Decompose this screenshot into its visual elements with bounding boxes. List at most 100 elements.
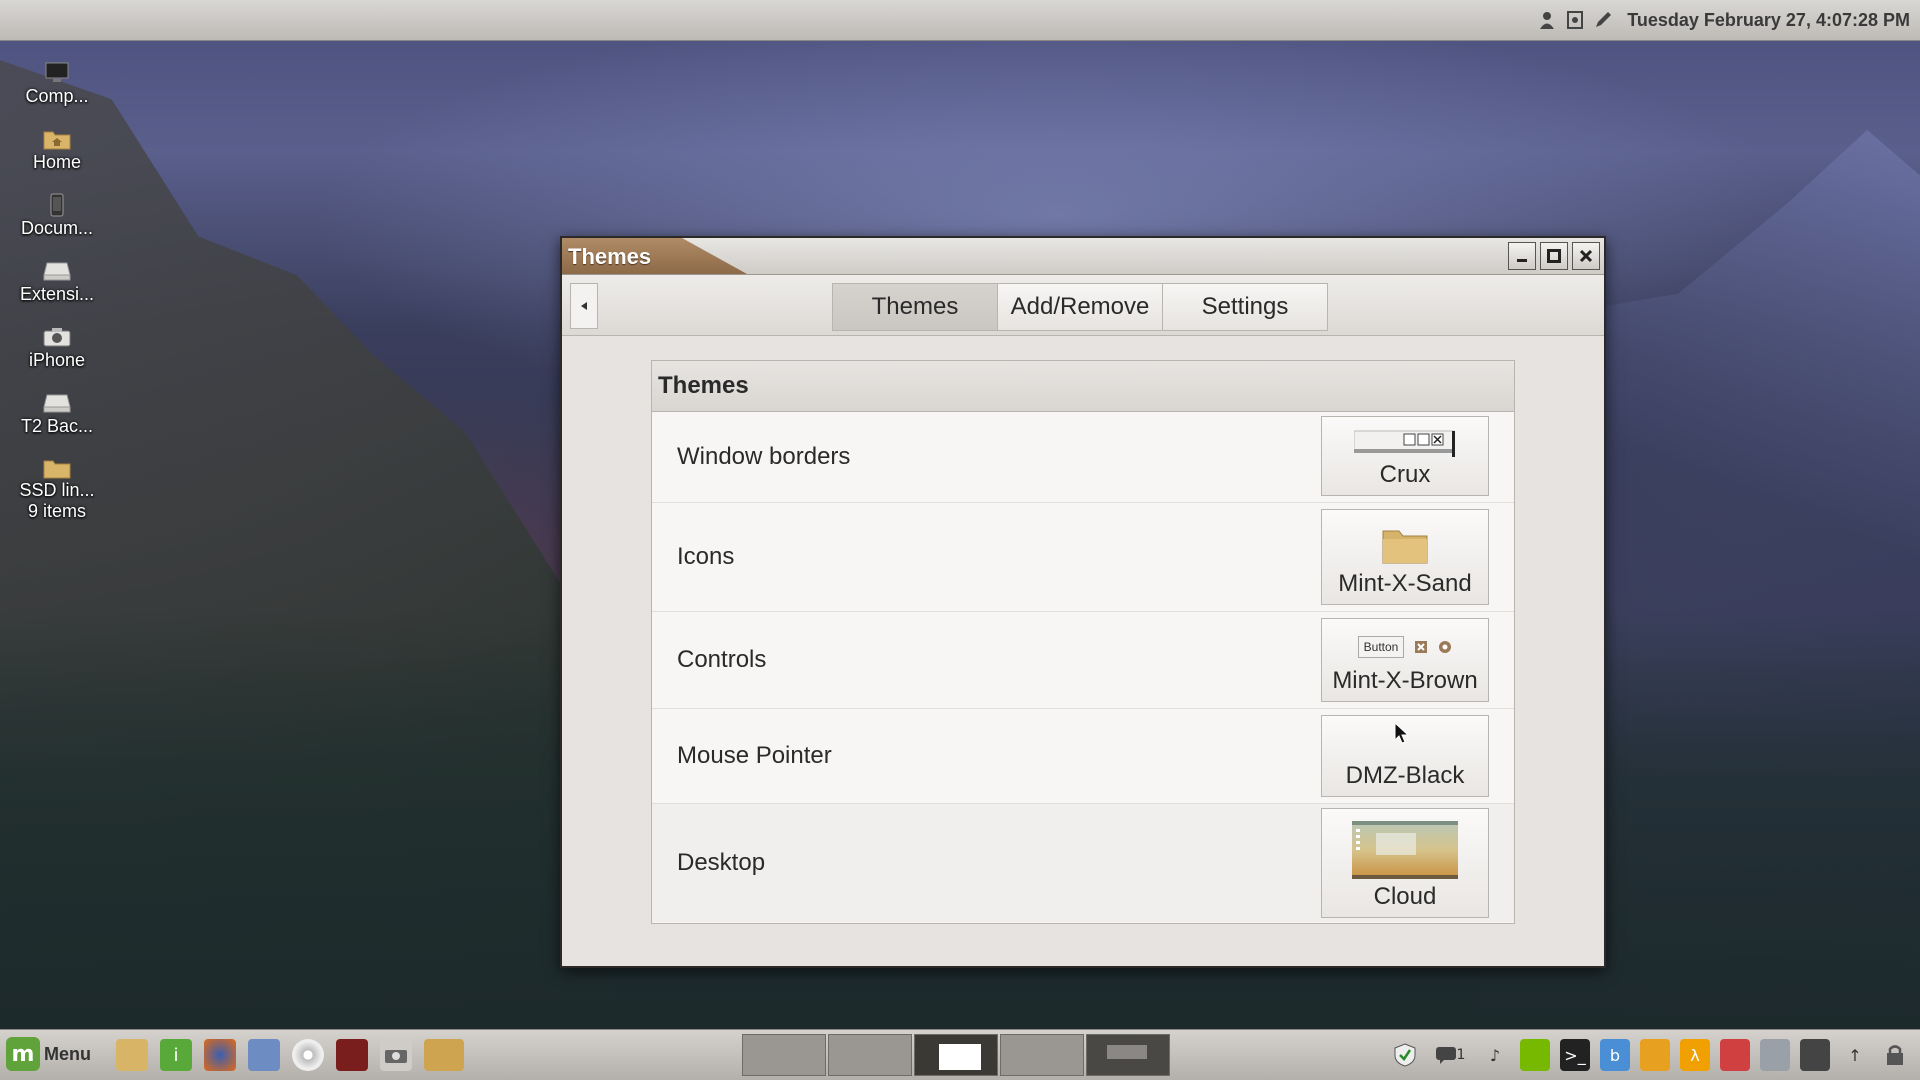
desktop-icon-label: T2 Bac... bbox=[20, 416, 94, 436]
b-icon[interactable]: b bbox=[1600, 1039, 1630, 1071]
desktop-icon-extension[interactable]: Extensi... bbox=[8, 258, 106, 324]
tab-add-remove[interactable]: Add/Remove bbox=[997, 283, 1163, 331]
theme-row-desktop: Desktop Cloud bbox=[652, 804, 1514, 922]
top-panel: Tuesday February 27, 4:07:28 PM bbox=[0, 0, 1920, 41]
phone-device-icon bbox=[43, 192, 71, 218]
desktop-icon-documents[interactable]: Docum... bbox=[8, 192, 106, 258]
close-button[interactable] bbox=[1572, 242, 1600, 270]
info-icon[interactable]: i bbox=[160, 1039, 192, 1071]
controls-theme-button[interactable]: Button Mint-X-Brown bbox=[1321, 618, 1489, 702]
controls-preview: Button bbox=[1357, 627, 1453, 667]
tab-bar: Themes Add/Remove Settings bbox=[832, 283, 1328, 331]
desktop-icon-label: iPhone bbox=[28, 350, 86, 370]
camera-icon[interactable] bbox=[380, 1039, 412, 1071]
files-icon[interactable] bbox=[116, 1039, 148, 1071]
quick-launch: i bbox=[116, 1039, 464, 1071]
disc-icon[interactable] bbox=[292, 1039, 324, 1071]
minimize-button[interactable] bbox=[1508, 242, 1536, 270]
close-icon bbox=[1579, 249, 1593, 263]
menu-button[interactable]: m Menu bbox=[6, 1037, 91, 1071]
folder-icon[interactable] bbox=[424, 1039, 464, 1071]
window-title: Themes bbox=[568, 244, 652, 269]
row-label: Icons bbox=[677, 543, 735, 570]
window-icon[interactable] bbox=[1760, 1039, 1790, 1071]
crux-preview bbox=[1354, 427, 1456, 461]
finder-icon[interactable] bbox=[248, 1039, 280, 1071]
desktop-icon-label: Extensi... bbox=[19, 284, 95, 304]
pen-icon[interactable] bbox=[1593, 10, 1613, 30]
window-toolbar: Themes Add/Remove Settings bbox=[562, 275, 1604, 336]
desktop-icons: Comp... Home Docum... Extensi... iPhone … bbox=[8, 60, 106, 522]
window-borders-theme-button[interactable]: Crux bbox=[1321, 416, 1489, 496]
preview-button-label: Button bbox=[1357, 636, 1405, 658]
window-content: Themes Window borders Crux Icons Mint-X-… bbox=[562, 336, 1604, 966]
desktop-icon-iphone[interactable]: iPhone bbox=[8, 324, 106, 390]
themes-panel: Themes Window borders Crux Icons Mint-X-… bbox=[651, 360, 1515, 924]
firefox-icon[interactable] bbox=[204, 1039, 236, 1071]
home-folder-icon bbox=[43, 126, 71, 152]
theme-name: Cloud bbox=[1373, 883, 1437, 910]
row-label: Desktop bbox=[677, 849, 766, 876]
bottom-taskbar: m Menu i 1 ♪ >_ b λ ↑ bbox=[0, 1029, 1920, 1080]
workspace-2[interactable] bbox=[828, 1034, 912, 1076]
theme-name: DMZ-Black bbox=[1345, 762, 1465, 789]
back-button[interactable] bbox=[570, 283, 598, 329]
theme-row-mouse-pointer: Mouse Pointer DMZ-Black bbox=[652, 709, 1514, 804]
menu-label: Menu bbox=[44, 1043, 91, 1064]
desktop-icon-label: SSD lin... bbox=[19, 480, 95, 500]
computer-icon bbox=[43, 60, 71, 86]
system-tray: 1 ♪ >_ b λ ↑ bbox=[1390, 1039, 1910, 1071]
theme-name: Mint-X-Sand bbox=[1338, 570, 1472, 597]
music-icon[interactable]: ♪ bbox=[1480, 1039, 1510, 1071]
row-label: Controls bbox=[677, 646, 767, 673]
tab-settings[interactable]: Settings bbox=[1162, 283, 1328, 331]
upload-icon[interactable]: ↑ bbox=[1840, 1039, 1870, 1071]
desktop-icon-ssd-link[interactable]: SSD lin... 9 items bbox=[8, 456, 106, 522]
window-controls bbox=[1508, 242, 1600, 270]
desktop-icon-sublabel: 9 items bbox=[27, 501, 87, 521]
workspace-4[interactable] bbox=[1000, 1034, 1084, 1076]
icons-theme-button[interactable]: Mint-X-Sand bbox=[1321, 509, 1489, 605]
screenshot-icon[interactable] bbox=[1565, 10, 1585, 30]
radio-icon bbox=[1439, 641, 1452, 653]
workspace-3[interactable] bbox=[914, 1034, 998, 1076]
theme-row-icons: Icons Mint-X-Sand bbox=[652, 503, 1514, 612]
chat-count: 1 bbox=[1456, 1047, 1466, 1063]
workspace-5[interactable] bbox=[1086, 1034, 1170, 1076]
back-arrow-icon bbox=[581, 302, 587, 310]
user-icon[interactable] bbox=[1537, 10, 1557, 30]
workspace-1[interactable] bbox=[742, 1034, 826, 1076]
desktop-icon-home[interactable]: Home bbox=[8, 126, 106, 192]
camera-icon bbox=[43, 324, 71, 350]
chat-icon[interactable]: 1 bbox=[1430, 1039, 1470, 1071]
mouse-cursor-icon bbox=[1394, 722, 1410, 744]
desktop-icon-computer[interactable]: Comp... bbox=[8, 60, 106, 126]
folder-icon bbox=[1381, 520, 1429, 570]
theme-name: Mint-X-Brown bbox=[1332, 667, 1478, 694]
desktop-icon-t2-backup[interactable]: T2 Bac... bbox=[8, 390, 106, 456]
nvidia-icon[interactable] bbox=[1520, 1039, 1550, 1071]
workspace-switcher bbox=[742, 1034, 1170, 1076]
maximize-icon bbox=[1547, 249, 1561, 263]
desktop-icon-label: Comp... bbox=[25, 86, 89, 106]
maximize-button[interactable] bbox=[1540, 242, 1568, 270]
clock[interactable]: Tuesday February 27, 4:07:28 PM bbox=[1627, 10, 1910, 31]
globe-icon[interactable] bbox=[1720, 1039, 1750, 1071]
window-titlebar[interactable]: Themes bbox=[562, 238, 1604, 275]
panel-header: Themes bbox=[652, 361, 1514, 412]
desktop-theme-button[interactable]: Cloud bbox=[1321, 808, 1489, 918]
tab-themes[interactable]: Themes bbox=[832, 283, 998, 331]
drive-icon bbox=[43, 258, 71, 284]
minimize-icon bbox=[1517, 259, 1527, 262]
themes-window: Themes Themes Add/Remove Settings Themes bbox=[560, 236, 1606, 968]
lock-icon[interactable] bbox=[1880, 1039, 1910, 1071]
badge-icon[interactable] bbox=[1640, 1039, 1670, 1071]
shield-icon[interactable] bbox=[1390, 1039, 1420, 1071]
theme-row-controls: Controls Button Mint-X-Brown bbox=[652, 612, 1514, 709]
a-icon[interactable]: λ bbox=[1680, 1039, 1710, 1071]
pdf-icon[interactable] bbox=[336, 1039, 368, 1071]
terminal-icon[interactable]: >_ bbox=[1560, 1039, 1590, 1071]
row-label: Mouse Pointer bbox=[677, 742, 832, 769]
tools-icon[interactable] bbox=[1800, 1039, 1830, 1071]
theme-name: Crux bbox=[1379, 461, 1431, 488]
